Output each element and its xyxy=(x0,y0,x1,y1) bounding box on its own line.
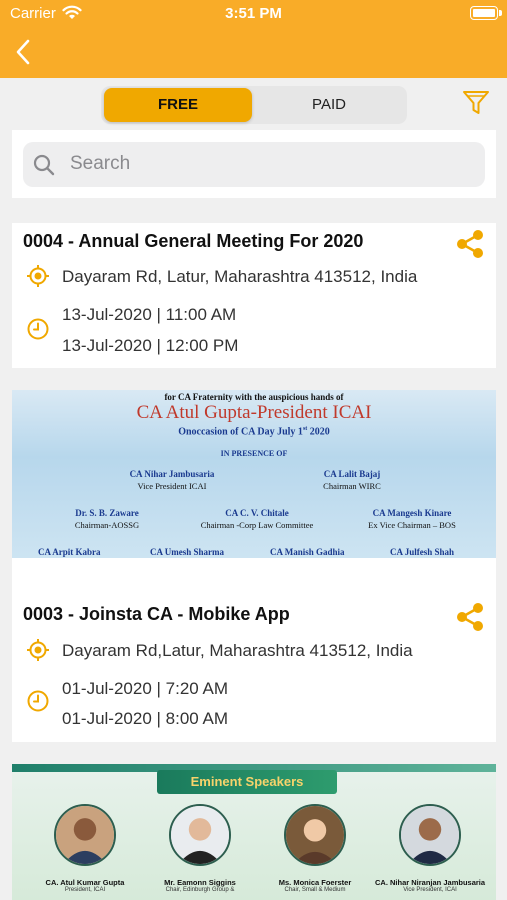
event-start-datetime: 13-Jul-2020 | 11:00 AM xyxy=(62,305,237,324)
filter-funnel-icon[interactable] xyxy=(462,89,490,117)
status-bar: Carrier 3:51 PM xyxy=(0,0,507,28)
search-magnifier-icon xyxy=(33,154,55,176)
event-location: Dayaram Rd, Latur, Maharashtra 413512, I… xyxy=(62,267,418,286)
speaker-name: Mr. Eamonn Siggins xyxy=(164,878,236,887)
event-end-datetime: 13-Jul-2020 | 12:00 PM xyxy=(62,336,239,355)
share-icon[interactable] xyxy=(454,601,486,633)
banner-person-role: Chairman-AOSSG xyxy=(74,520,140,530)
event-banner-image[interactable]: Eminent Speakers CA. Atul Kumar Gupta Pr… xyxy=(12,764,496,900)
banner-occasion-sup: st xyxy=(302,426,308,432)
banner-person-role: Chairman WIRC xyxy=(323,481,381,491)
speaker: Mr. Eamonn Siggins Chair, Edinburgh Grou… xyxy=(145,804,255,893)
event-card[interactable]: 0004 - Annual General Meeting For 2020 D… xyxy=(12,223,496,368)
search-placeholder: Search xyxy=(70,153,131,174)
status-time: 3:51 PM xyxy=(225,5,282,22)
back-chevron-icon[interactable] xyxy=(12,38,36,66)
banner-person-name: CA Lalit Bajaj xyxy=(323,469,381,479)
speaker-role: Chair, Small & Medium xyxy=(284,887,346,893)
speaker-photo xyxy=(169,804,231,866)
banner-person-name: CA Nihar Jambusaria xyxy=(129,469,215,479)
speaker: Ms. Monica Foerster Chair, Small & Mediu… xyxy=(260,804,370,893)
speaker-role: Vice President, ICAI xyxy=(403,887,457,893)
clock-icon xyxy=(27,318,49,340)
speaker-photo xyxy=(54,804,116,866)
banner-heading: Eminent Speakers xyxy=(157,770,337,794)
event-card[interactable]: 0003 - Joinsta CA - Mobike App Dayaram R… xyxy=(12,558,496,742)
banner-bottom-name: CA Arpit Kabra xyxy=(38,547,101,557)
share-icon[interactable] xyxy=(454,228,486,260)
banner-occasion-year: 2020 xyxy=(309,426,330,438)
banner-occasion: Onoccasion of CA Day July 1st 2020 xyxy=(12,426,496,437)
speaker-photo xyxy=(284,804,346,866)
event-end-datetime: 01-Jul-2020 | 8:00 AM xyxy=(62,709,229,728)
banner-bottom-name: CA Julfesh Shah xyxy=(390,547,455,557)
event-start-datetime: 01-Jul-2020 | 7:20 AM xyxy=(62,679,229,698)
banner-person-name: CA Mangesh Kinare xyxy=(372,508,452,518)
location-target-icon xyxy=(27,639,49,661)
banner-person-name: Dr. S. B. Zaware xyxy=(75,508,139,518)
event-banner-image[interactable]: for CA Fraternity with the auspicious ha… xyxy=(12,390,496,558)
banner-person-role: Vice President ICAI xyxy=(137,481,207,491)
clock-icon xyxy=(27,690,49,712)
event-title: 0004 - Annual General Meeting For 2020 xyxy=(23,231,364,251)
event-location: Dayaram Rd,Latur, Maharashtra 413512, In… xyxy=(62,641,413,660)
banner-person-role: Chairman -Corp Law Committee xyxy=(200,520,314,530)
battery-icon xyxy=(470,6,498,20)
speaker-photo xyxy=(399,804,461,866)
banner-intro-line: for CA Fraternity with the auspicious ha… xyxy=(164,392,344,402)
tab-free[interactable]: FREE xyxy=(104,88,252,122)
speaker-name: CA. Nihar Niranjan Jambusaria xyxy=(375,878,486,887)
banner-presence: IN PRESENCE OF xyxy=(220,449,288,458)
app-header: Carrier 3:51 PM xyxy=(0,0,507,78)
banner-bottom-name: CA Manish Gadhia xyxy=(270,547,345,557)
banner-occasion-text: Onoccasion of CA Day July 1 xyxy=(178,426,303,438)
speaker-name: CA. Atul Kumar Gupta xyxy=(45,878,125,887)
search-input[interactable]: Search xyxy=(23,142,485,187)
search-card: Search xyxy=(12,130,496,198)
free-paid-segmented-control: FREE PAID xyxy=(101,86,407,124)
banner-person-name: CA C. V. Chitale xyxy=(225,508,289,518)
event-title: 0003 - Joinsta CA - Mobike App xyxy=(23,604,290,624)
speaker-name: Ms. Monica Foerster xyxy=(278,878,352,887)
location-target-icon xyxy=(27,265,49,287)
speaker: CA. Nihar Niranjan Jambusaria Vice Presi… xyxy=(375,804,485,893)
speaker: CA. Atul Kumar Gupta President, ICAI xyxy=(30,804,140,893)
battery-tip xyxy=(499,10,502,16)
banner-bottom-name: CA Umesh Sharma xyxy=(150,547,225,557)
tab-paid[interactable]: PAID xyxy=(255,88,403,122)
banner-title: CA Atul Gupta-President ICAI xyxy=(136,402,372,423)
speaker-role: President, ICAI xyxy=(64,887,106,893)
banner-person-role: Ex Vice Chairman – BOS xyxy=(368,520,456,530)
speaker-role: Chair, Edinburgh Group & xyxy=(165,887,235,893)
